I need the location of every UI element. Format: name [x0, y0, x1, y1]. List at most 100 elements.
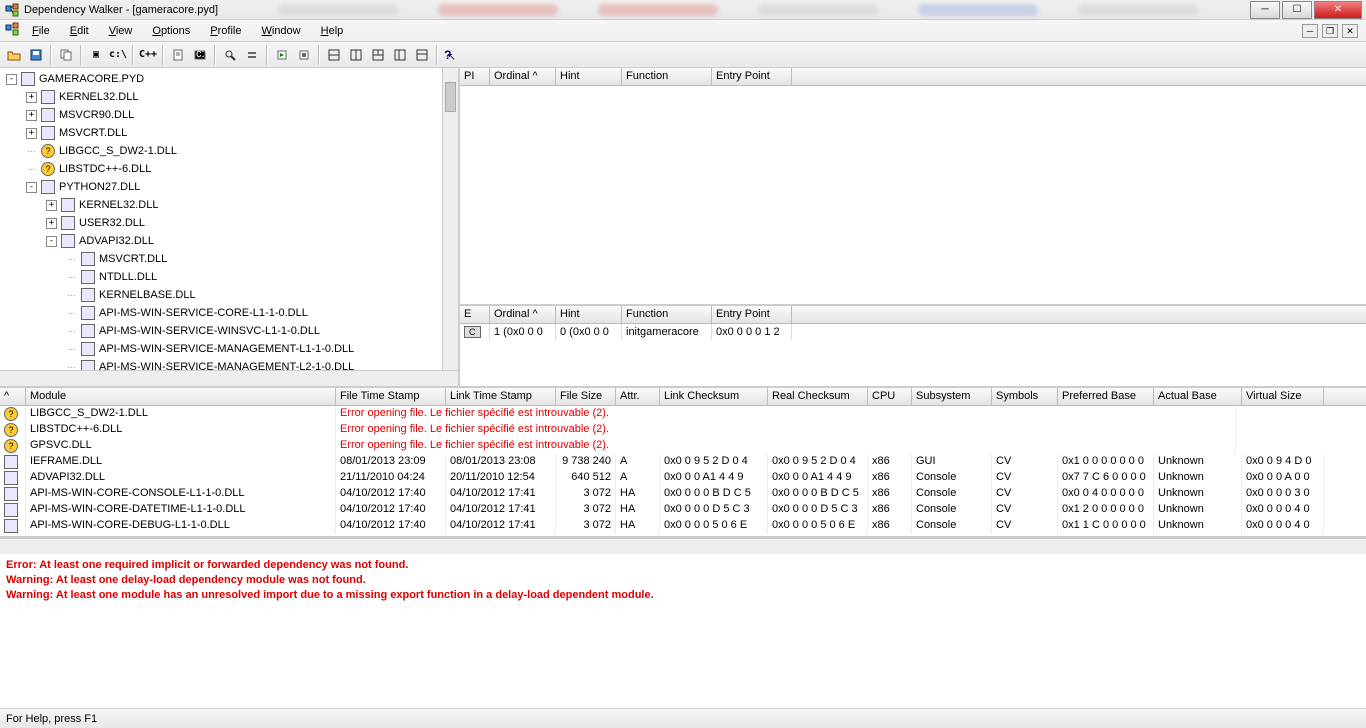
tree-vscroll[interactable] — [442, 68, 458, 370]
tree-node[interactable]: ⋯API-MS-WIN-SERVICE-MANAGEMENT-L1-1-0.DL… — [2, 340, 456, 358]
module-tree[interactable]: -GAMERACORE.PYD + KERNEL32.DLL +MSVCR90.DLL… — [0, 68, 458, 370]
exports-grid[interactable]: EOrdinal ^HintFunctionEntry Point C1 (0x… — [460, 306, 1366, 386]
tree-node[interactable]: ⋯API-MS-WIN-SERVICE-WINSVC-L1-1-0.DLL — [2, 322, 456, 340]
expand-toggle[interactable]: - — [46, 236, 57, 247]
start-profile-button[interactable] — [272, 45, 292, 65]
modules-hscroll[interactable] — [0, 538, 1366, 554]
menu-edit[interactable]: Edit — [62, 23, 97, 39]
column-header[interactable]: Function — [622, 68, 712, 85]
module-row[interactable]: IEFRAME.DLL08/01/2013 23:0908/01/2013 23… — [0, 454, 1366, 470]
close-button[interactable]: ✕ — [1314, 1, 1362, 19]
log-pane[interactable]: Error: At least one required implicit or… — [0, 554, 1366, 708]
column-header[interactable]: Symbols — [992, 388, 1058, 405]
column-header[interactable]: Function — [622, 306, 712, 323]
column-header[interactable]: Virtual Size — [1242, 388, 1324, 405]
log-line: Warning: At least one delay-load depende… — [6, 573, 1360, 588]
menu-window[interactable]: Window — [253, 23, 308, 39]
open-button[interactable] — [4, 45, 24, 65]
module-row[interactable]: ?LIBSTDC++-6.DLLError opening file. Le f… — [0, 422, 1366, 438]
expand-toggle[interactable]: + — [26, 92, 37, 103]
tree-node[interactable]: -ADVAPI32.DLL — [2, 232, 456, 250]
tree-label: KERNELBASE.DLL — [99, 289, 196, 301]
column-header[interactable]: Link Time Stamp — [446, 388, 556, 405]
column-header[interactable]: Entry Point — [712, 68, 792, 85]
layout2-button[interactable] — [346, 45, 366, 65]
menu-options[interactable]: Options — [144, 23, 198, 39]
mdi-close[interactable]: ✕ — [1342, 24, 1358, 38]
expand-toggle[interactable]: - — [6, 74, 17, 85]
tree-node[interactable]: ⋯MSVCRT.DLL — [2, 250, 456, 268]
modules-list[interactable]: ^ModuleFile Time StampLink Time StampFil… — [0, 388, 1366, 538]
module-row[interactable]: ?LIBGCC_S_DW2-1.DLLError opening file. L… — [0, 406, 1366, 422]
column-header[interactable]: File Size — [556, 388, 616, 405]
properties-button[interactable] — [168, 45, 188, 65]
tree-label: KERNEL32.DLL — [59, 91, 139, 103]
column-header[interactable]: File Time Stamp — [336, 388, 446, 405]
column-header[interactable]: Attr. — [616, 388, 660, 405]
column-header[interactable]: Subsystem — [912, 388, 992, 405]
configure-button[interactable] — [242, 45, 262, 65]
column-header[interactable]: PI — [460, 68, 490, 85]
maximize-button[interactable]: ☐ — [1282, 1, 1312, 19]
fullpaths-button[interactable]: c:\ — [108, 45, 128, 65]
tree-node[interactable]: -GAMERACORE.PYD — [2, 70, 456, 88]
save-button[interactable] — [26, 45, 46, 65]
menu-file[interactable]: File — [24, 23, 58, 39]
export-row[interactable]: C1 (0x0 0 0 1 )0 (0x0 0 0 0 )initgamerac… — [460, 324, 1366, 340]
column-header[interactable]: Entry Point — [712, 306, 792, 323]
column-header[interactable]: CPU — [868, 388, 912, 405]
imports-grid[interactable]: PIOrdinal ^HintFunctionEntry Point — [460, 68, 1366, 306]
tree-node[interactable]: ⋯?LIBGCC_S_DW2-1.DLL — [2, 142, 456, 160]
tree-node[interactable]: +USER32.DLL — [2, 214, 456, 232]
menu-view[interactable]: View — [101, 23, 141, 39]
layout4-button[interactable] — [390, 45, 410, 65]
tree-node[interactable]: ⋯API-MS-WIN-SERVICE-CORE-L1-1-0.DLL — [2, 304, 456, 322]
column-header[interactable]: Hint — [556, 306, 622, 323]
minimize-button[interactable]: ─ — [1250, 1, 1280, 19]
undecorate-button[interactable]: C++ — [138, 45, 158, 65]
column-header[interactable]: Module — [26, 388, 336, 405]
layout1-button[interactable] — [324, 45, 344, 65]
column-header[interactable]: Ordinal ^ — [490, 68, 556, 85]
layout3-button[interactable] — [368, 45, 388, 65]
column-header[interactable]: Preferred Base — [1058, 388, 1154, 405]
module-row[interactable]: ?GPSVC.DLLError opening file. Le fichier… — [0, 438, 1366, 454]
column-header[interactable]: Actual Base — [1154, 388, 1242, 405]
layout5-button[interactable] — [412, 45, 432, 65]
tree-node[interactable]: ⋯API-MS-WIN-SERVICE-MANAGEMENT-L2-1-0.DL… — [2, 358, 456, 370]
module-row[interactable]: API-MS-WIN-CORE-DATETIME-L1-1-0.DLL04/10… — [0, 502, 1366, 518]
expand-toggle[interactable]: + — [46, 218, 57, 229]
mdi-restore[interactable]: ❐ — [1322, 24, 1338, 38]
copy-button[interactable] — [56, 45, 76, 65]
module-row[interactable]: API-MS-WIN-CORE-DEBUG-L1-1-0.DLL04/10/20… — [0, 518, 1366, 534]
column-header[interactable]: Real Checksum — [768, 388, 868, 405]
stop-profile-button[interactable] — [294, 45, 314, 65]
module-row[interactable]: ADVAPI32.DLL21/11/2010 04:2420/11/2010 1… — [0, 470, 1366, 486]
tree-node[interactable]: ⋯?LIBSTDC++-6.DLL — [2, 160, 456, 178]
column-header[interactable]: Hint — [556, 68, 622, 85]
tree-node[interactable]: ⋯NTDLL.DLL — [2, 268, 456, 286]
menu-help[interactable]: Help — [313, 23, 352, 39]
help-button[interactable]: ?↖ — [442, 45, 462, 65]
expand-toggle[interactable]: + — [26, 128, 37, 139]
column-header[interactable]: Link Checksum — [660, 388, 768, 405]
tree-node[interactable]: -PYTHON27.DLL — [2, 178, 456, 196]
tree-node[interactable]: +KERNEL32.DLL — [2, 196, 456, 214]
tree-node[interactable]: ⋯KERNELBASE.DLL — [2, 286, 456, 304]
menu-profile[interactable]: Profile — [202, 23, 249, 39]
module-row[interactable]: API-MS-WIN-CORE-CONSOLE-L1-1-0.DLL04/10/… — [0, 486, 1366, 502]
column-header[interactable]: Ordinal ^ — [490, 306, 556, 323]
expand-toggle[interactable]: - — [26, 182, 37, 193]
tree-node[interactable]: + KERNEL32.DLL — [2, 88, 456, 106]
column-header[interactable]: E — [460, 306, 490, 323]
mdi-minimize[interactable]: ─ — [1302, 24, 1318, 38]
tree-node[interactable]: +MSVCR90.DLL — [2, 106, 456, 124]
expand-toggle[interactable]: + — [46, 200, 57, 211]
autoexpand-button[interactable]: ▣ — [86, 45, 106, 65]
expand-toggle[interactable]: + — [26, 110, 37, 121]
find-button[interactable] — [220, 45, 240, 65]
syscmd-button[interactable]: c:\ — [190, 45, 210, 65]
tree-hscroll[interactable] — [0, 370, 458, 386]
tree-node[interactable]: +MSVCRT.DLL — [2, 124, 456, 142]
column-header[interactable]: ^ — [0, 388, 26, 405]
